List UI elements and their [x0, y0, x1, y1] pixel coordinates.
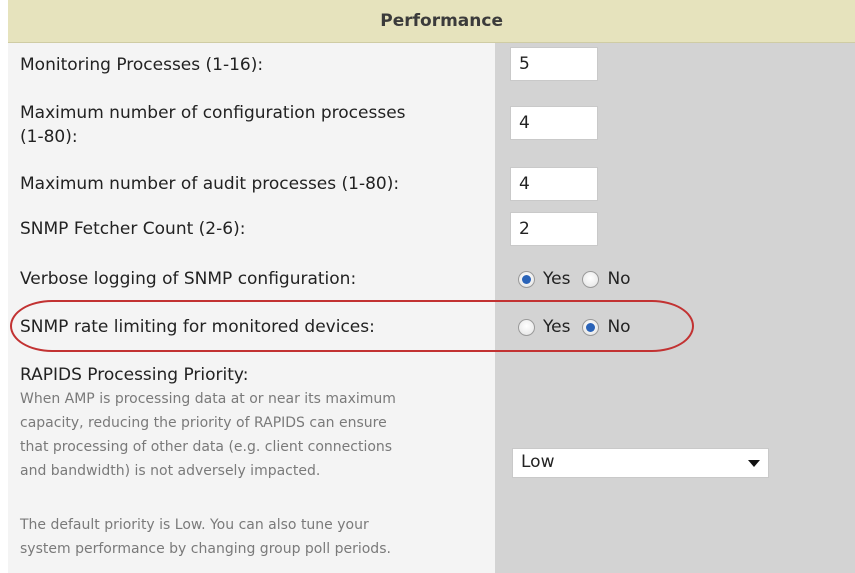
- chevron-down-icon[interactable]: [748, 460, 760, 467]
- rate-limiting-radio-group: Yes No: [518, 313, 643, 341]
- config-processes-label-line2: (1-80):: [20, 127, 78, 147]
- performance-panel: Performance Monitoring Processes (1-16):…: [8, 0, 855, 573]
- snmp-fetcher-input[interactable]: 2: [510, 212, 598, 246]
- snmp-fetcher-label: SNMP Fetcher Count (2-6):: [20, 219, 246, 239]
- rapids-help-line-4: and bandwidth) is not adversely impacted…: [20, 463, 321, 479]
- verbose-logging-no-label[interactable]: No: [607, 269, 630, 289]
- verbose-logging-yes-label[interactable]: Yes: [543, 269, 570, 289]
- rate-limiting-label: SNMP rate limiting for monitored devices…: [20, 317, 375, 337]
- rate-limiting-yes-radio[interactable]: [518, 318, 535, 336]
- rate-limiting-yes-label[interactable]: Yes: [543, 317, 570, 337]
- audit-processes-input[interactable]: 4: [510, 167, 598, 201]
- config-processes-label-line1: Maximum number of configuration processe…: [20, 103, 406, 123]
- verbose-logging-radio-group: Yes No: [518, 265, 643, 293]
- monitoring-processes-input[interactable]: 5: [510, 47, 598, 81]
- rapids-priority-select[interactable]: Low: [512, 448, 769, 478]
- monitoring-processes-label: Monitoring Processes (1-16):: [20, 55, 264, 75]
- verbose-logging-yes-radio[interactable]: [518, 270, 535, 288]
- verbose-logging-label: Verbose logging of SNMP configuration:: [20, 269, 357, 289]
- config-processes-input[interactable]: 4: [510, 106, 598, 140]
- rapids-help-line-6: system performance by changing group pol…: [20, 541, 391, 557]
- section-title: Performance: [380, 11, 503, 31]
- section-header: Performance: [8, 0, 855, 43]
- rapids-help-line-2: capacity, reducing the priority of RAPID…: [20, 415, 387, 431]
- audit-processes-label: Maximum number of audit processes (1-80)…: [20, 174, 400, 194]
- rapids-help-line-1: When AMP is processing data at or near i…: [20, 391, 396, 407]
- rate-limiting-no-label[interactable]: No: [607, 317, 630, 337]
- rapids-help-line-3: that processing of other data (e.g. clie…: [20, 439, 393, 455]
- rapids-help-line-5: The default priority is Low. You can als…: [20, 517, 369, 533]
- rate-limiting-no-radio[interactable]: [582, 318, 600, 336]
- verbose-logging-no-radio[interactable]: [582, 270, 600, 288]
- rapids-priority-value: Low: [521, 452, 555, 472]
- rapids-priority-label: RAPIDS Processing Priority:: [20, 365, 249, 385]
